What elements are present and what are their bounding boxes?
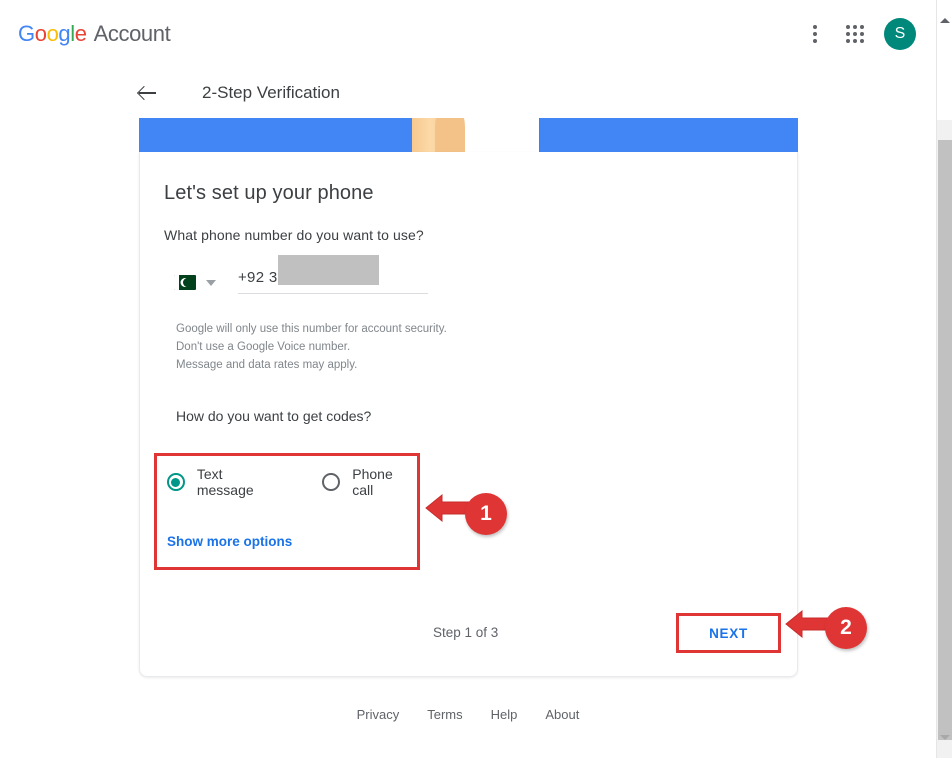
footer-links: Privacy Terms Help About <box>0 707 936 722</box>
page-title: 2-Step Verification <box>202 83 340 102</box>
phone-number-input[interactable]: +92 3 <box>238 255 428 294</box>
page-scrollbar[interactable] <box>936 0 952 758</box>
radio-unselected-icon[interactable] <box>322 473 341 491</box>
setup-phone-card: Let's set up your phone What phone numbe… <box>139 152 798 677</box>
app-top-bar: Google Account S <box>0 0 936 68</box>
annotation-badge-1: 1 <box>465 493 507 535</box>
phone-number-value: +92 3 <box>238 269 278 286</box>
codes-radio-row: Text message Phone call <box>167 466 417 498</box>
radio-label-text-message: Text message <box>196 466 254 498</box>
sub-header-left <box>0 68 205 118</box>
codes-options-group: Text message Phone call Show more option… <box>154 453 420 570</box>
footer-link-privacy[interactable]: Privacy <box>357 707 400 722</box>
card-title: Let's set up your phone <box>164 182 374 204</box>
page-sub-header: 2-Step Verification <box>0 68 936 118</box>
scrollbar-thumb[interactable] <box>938 140 952 740</box>
footer-link-about[interactable]: About <box>545 707 579 722</box>
radio-option-phone-call[interactable]: Phone call <box>322 466 417 498</box>
annotation-badge-2: 2 <box>825 607 867 649</box>
scroll-up-arrow-icon[interactable] <box>940 18 950 23</box>
step-indicator: Step 1 of 3 <box>433 625 499 640</box>
logo-word: Account <box>93 21 171 46</box>
top-bar-right: S <box>795 0 936 68</box>
phone-number-redaction <box>278 255 379 285</box>
next-button-label: NEXT <box>709 625 748 641</box>
footer-link-help[interactable]: Help <box>491 707 518 722</box>
helper-line-2: Don't use a Google Voice number. <box>176 341 351 353</box>
browser-viewport: Let's set up your phone What phone numbe… <box>0 0 952 758</box>
scroll-down-arrow-icon[interactable] <box>940 735 950 740</box>
apps-grid-icon[interactable] <box>844 23 866 45</box>
avatar[interactable]: S <box>884 18 916 50</box>
pakistan-flag-icon <box>174 275 196 290</box>
codes-question-label: How do you want to get codes? <box>176 408 372 424</box>
phone-helper-text: Google will only use this number for acc… <box>176 320 773 374</box>
country-select[interactable] <box>174 275 216 294</box>
phone-question-label: What phone number do you want to use? <box>164 227 424 243</box>
google-account-logo[interactable]: Google Account <box>18 21 171 47</box>
radio-label-phone-call: Phone call <box>352 466 393 498</box>
helper-line-3: Message and data rates may apply. <box>176 359 358 371</box>
phone-input-row: +92 3 <box>174 255 773 294</box>
top-bar-left: Google Account <box>0 0 205 68</box>
sub-header-right <box>795 68 936 118</box>
show-more-options-link[interactable]: Show more options <box>167 534 292 549</box>
helper-line-1: Google will only use this number for acc… <box>176 323 447 335</box>
radio-option-text-message[interactable]: Text message <box>167 466 282 498</box>
radio-selected-icon[interactable] <box>167 473 185 491</box>
next-button[interactable]: NEXT <box>676 613 781 653</box>
chevron-down-icon[interactable] <box>206 279 216 286</box>
more-vert-icon[interactable] <box>804 23 826 45</box>
back-arrow-icon[interactable] <box>137 82 159 104</box>
footer-link-terms[interactable]: Terms <box>427 707 462 722</box>
